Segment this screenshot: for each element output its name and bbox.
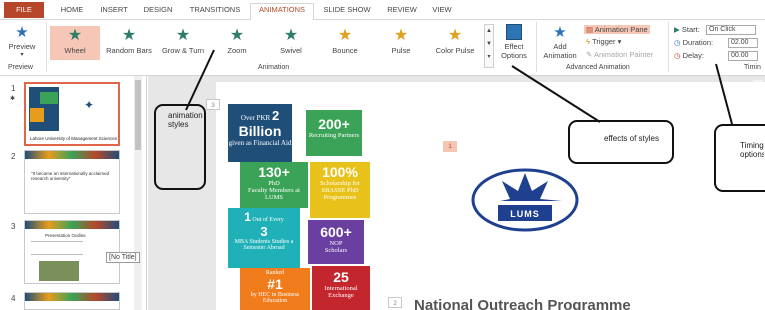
connector-line-effects [511,65,601,123]
callout-connector-lines [185,49,733,125]
connector-line-animation-styles [185,49,215,111]
connector-line-timing [715,63,733,125]
